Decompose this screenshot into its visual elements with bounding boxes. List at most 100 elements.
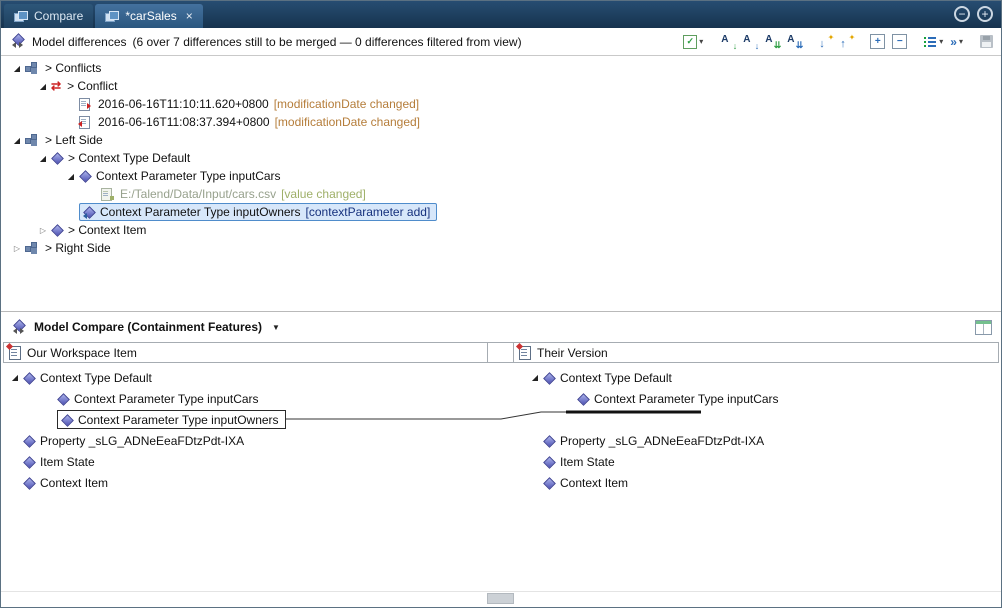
- right-row-input-cars[interactable]: Context Parameter Type inputCars: [523, 388, 1001, 409]
- tree-row-cars-csv[interactable]: E:/Talend/Data/Input/cars.csv [value cha…: [1, 185, 1001, 203]
- letter-a-glyph: A: [721, 34, 728, 45]
- row-label: Context Parameter Type inputOwners: [78, 413, 279, 427]
- left-row-input-cars[interactable]: Context Parameter Type inputCars: [3, 388, 487, 409]
- right-row-property[interactable]: Property _sLG_ADNeEeaFDtzPdt-IXA: [523, 430, 1001, 451]
- merge-mode-dropdown-button[interactable]: ✓ ▾: [683, 35, 703, 49]
- model-compare-header: Model Compare (Containment Features) ▼: [1, 311, 1001, 342]
- view-window-controls: − +: [954, 6, 993, 22]
- tree-row-label: 2016-06-16T11:10:11.620+0800: [98, 97, 269, 111]
- item-state-icon: [23, 456, 35, 468]
- expand-toggle-icon[interactable]: ◢: [35, 82, 51, 91]
- tree-row-left-side[interactable]: ◢ > Left Side: [1, 131, 1001, 149]
- dropdown-arrow-icon: ▾: [939, 37, 943, 46]
- row-label: Context Parameter Type inputCars: [594, 392, 779, 406]
- right-row-item-state[interactable]: Item State: [523, 451, 1001, 472]
- change-kind-suffix: [modificationDate changed]: [275, 115, 420, 129]
- tree-table-toggle-button[interactable]: [975, 320, 992, 335]
- filters-dropdown-button[interactable]: » ▾: [950, 36, 963, 48]
- scrollbar-thumb[interactable]: [487, 593, 514, 604]
- tree-row-conflict[interactable]: ◢ ⇄ > Conflict: [1, 77, 1001, 95]
- next-difference-button[interactable]: ↓ ✦: [818, 34, 832, 50]
- expand-toggle-icon[interactable]: ▷: [9, 244, 25, 253]
- tab-compare-label: Compare: [34, 9, 83, 23]
- tree-row-label: Context Parameter Type inputOwners: [100, 205, 301, 219]
- tree-row-context-type-default[interactable]: ◢ > Context Type Default: [1, 149, 1001, 167]
- context-parameter-add-icon: [83, 206, 95, 218]
- right-pane-header: Their Version: [513, 342, 999, 363]
- groups-dropdown-button[interactable]: ▾: [924, 36, 943, 48]
- change-kind-suffix: [contextParameter add]: [306, 205, 431, 219]
- tree-row-right-side[interactable]: ▷ > Right Side: [1, 239, 1001, 257]
- right-row-context-item[interactable]: Context Item: [523, 472, 1001, 493]
- compare-body: ◢ Context Type Default Context Parameter…: [1, 367, 1001, 593]
- property-icon: [23, 435, 35, 447]
- right-pane-header-label: Their Version: [537, 346, 608, 360]
- expand-toggle-icon[interactable]: ◢: [63, 172, 79, 181]
- dropdown-arrow-icon: ▾: [959, 37, 963, 46]
- tree-row-context-item[interactable]: ▷ > Context Item: [1, 221, 1001, 239]
- highlighted-element-box[interactable]: Context Parameter Type inputOwners: [57, 410, 286, 429]
- row-label: Context Item: [560, 476, 628, 490]
- expand-toggle-icon[interactable]: ◢: [527, 373, 543, 382]
- expand-toggle-icon[interactable]: ◢: [9, 136, 25, 145]
- save-button[interactable]: [980, 35, 993, 48]
- tree-row-conflicts[interactable]: ◢ > Conflicts: [1, 59, 1001, 77]
- tab-carsales[interactable]: *carSales ×: [95, 4, 202, 28]
- left-row-input-owners[interactable]: Context Parameter Type inputOwners: [3, 409, 487, 430]
- copy-current-left-to-right-button[interactable]: A ↓: [720, 34, 735, 50]
- horizontal-scrollbar[interactable]: [1, 591, 1001, 606]
- letter-a-glyph: A: [765, 34, 772, 45]
- selected-diff-item[interactable]: Context Parameter Type inputOwners [cont…: [79, 203, 437, 221]
- expand-toggle-icon[interactable]: ◢: [35, 154, 51, 163]
- model-compare-icon: [10, 321, 27, 334]
- left-row-context-type-default[interactable]: ◢ Context Type Default: [3, 367, 487, 388]
- tree-row-modification-date-1[interactable]: 2016-06-16T11:10:11.620+0800 [modificati…: [1, 95, 1001, 113]
- double-down-arrow-icon: ⇊: [796, 40, 804, 51]
- value-change-icon: [101, 188, 112, 201]
- context-parameter-icon: [61, 414, 73, 426]
- collapse-all-button[interactable]: −: [892, 34, 907, 49]
- down-arrow-icon: ↓: [755, 41, 760, 51]
- compare-view-selector[interactable]: Model Compare (Containment Features) ▼: [34, 320, 280, 334]
- expand-all-button[interactable]: +: [870, 34, 885, 49]
- context-item-icon: [23, 477, 35, 489]
- save-disk-icon: [980, 35, 993, 48]
- context-type-icon: [51, 152, 63, 164]
- tab-compare[interactable]: Compare: [4, 4, 93, 28]
- tree-row-input-cars[interactable]: ◢ Context Parameter Type inputCars: [1, 167, 1001, 185]
- right-compare-tree: ◢ Context Type Default Context Parameter…: [523, 367, 1001, 493]
- tree-row-label: Context Parameter Type inputCars: [96, 169, 281, 183]
- left-row-item-state[interactable]: Item State: [3, 451, 487, 472]
- combo-arrow-icon: ▼: [272, 323, 280, 332]
- sparkle-icon: ✦: [849, 33, 856, 42]
- copy-current-right-to-left-button[interactable]: A ↓: [742, 34, 757, 50]
- tree-row-label: > Conflicts: [45, 61, 101, 75]
- row-label: Context Item: [40, 476, 108, 490]
- change-kind-suffix: [value changed]: [281, 187, 366, 201]
- maximize-view-button[interactable]: +: [977, 6, 993, 22]
- tab-close-icon[interactable]: ×: [186, 10, 193, 22]
- row-label: Item State: [40, 455, 95, 469]
- expand-toggle-icon[interactable]: ◢: [9, 64, 25, 73]
- left-row-context-item[interactable]: Context Item: [3, 472, 487, 493]
- group-icon: [25, 62, 40, 74]
- copy-all-right-to-left-button[interactable]: A ⇊: [786, 34, 801, 50]
- double-down-arrow-icon: ⇊: [774, 40, 782, 51]
- expand-toggle-icon[interactable]: ▷: [35, 226, 51, 235]
- left-row-property[interactable]: Property _sLG_ADNeEeaFDtzPdt-IXA: [3, 430, 487, 451]
- change-kind-suffix: [modificationDate changed]: [274, 97, 419, 111]
- copy-all-left-to-right-button[interactable]: A ⇊: [764, 34, 779, 50]
- context-parameter-icon: [577, 393, 589, 405]
- tree-row-input-owners-selected[interactable]: Context Parameter Type inputOwners [cont…: [1, 203, 1001, 221]
- minimize-view-button[interactable]: −: [954, 6, 970, 22]
- workspace-item-icon: [9, 346, 21, 360]
- compare-pane-headers: Our Workspace Item Their Version: [3, 342, 999, 363]
- tree-row-label: > Left Side: [45, 133, 103, 147]
- previous-difference-button[interactable]: ↑ ✦: [839, 34, 853, 50]
- right-row-context-type-default[interactable]: ◢ Context Type Default: [523, 367, 1001, 388]
- expand-toggle-icon[interactable]: ◢: [7, 373, 23, 382]
- context-parameter-icon: [57, 393, 69, 405]
- left-pane-header: Our Workspace Item: [3, 342, 488, 363]
- compare-editor-window: Compare *carSales × − + Model difference…: [0, 0, 1002, 608]
- tree-row-modification-date-2[interactable]: 2016-06-16T11:08:37.394+0800 [modificati…: [1, 113, 1001, 131]
